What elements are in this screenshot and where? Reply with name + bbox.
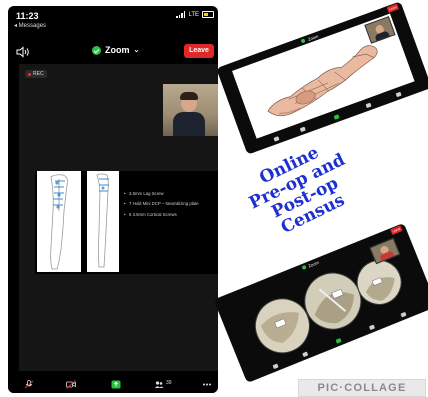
share-screen-icon[interactable] [111,380,121,389]
chevron-down-icon: ⌄ [133,47,140,54]
pic-collage-watermark: PIC·COLLAGE [298,379,426,397]
tablet-screenshot-preop: Zoom Leave [216,1,428,155]
slide-bullet: 7 Hold Mini DCP – Neutralizing plate [124,201,216,207]
presentation-slide: 3.5mm Lag Screw 7 Hold Mini DCP – Neutra… [35,171,218,274]
participant-hair [180,92,198,100]
status-time: 11:23 [16,11,39,21]
microphone-icon[interactable] [272,363,279,370]
participants-icon[interactable] [368,324,376,331]
meeting-toolbar: 39 [8,377,218,393]
status-indicators: LTE [176,11,214,18]
more-options-icon[interactable] [400,311,407,318]
video-camera-icon[interactable] [299,126,306,133]
slide-bullet: 6 3.5mm Cortical Screws [124,212,216,218]
signal-icon [176,11,186,18]
meeting-title: Zoom [105,45,130,55]
video-camera-icon[interactable] [66,380,76,389]
battery-icon [202,11,214,18]
participant-body [173,112,205,136]
phone-screenshot: 11:23 ◂ Messages LTE Zoom ⌄ Leave REC • … [8,6,218,393]
slide-bullet: 3.5mm Lag Screw [124,191,216,197]
video-camera-icon[interactable] [302,351,309,358]
leave-button[interactable]: Leave [184,44,214,58]
encryption-shield-icon [92,45,101,55]
microphone-icon[interactable] [273,136,280,142]
share-screen-icon[interactable] [333,114,340,120]
more-options-icon[interactable] [202,380,212,389]
share-screen-icon[interactable] [335,338,342,344]
xray-sketch-lateral-view [87,171,119,272]
xray-sketch-ap-view [37,171,81,272]
participants-icon[interactable] [154,380,164,389]
slide-bullet-list: 3.5mm Lag Screw 7 Hold Mini DCP – Neutra… [124,191,216,222]
microphone-icon[interactable] [24,380,34,389]
participants-count: 39 [166,380,172,386]
meeting-top-bar: Zoom ⌄ Leave [8,40,218,62]
participant-video-tile[interactable] [163,84,218,136]
participants-icon[interactable] [365,102,372,109]
collage-canvas: 11:23 ◂ Messages LTE Zoom ⌄ Leave REC • … [0,0,428,397]
shared-screen-area: REC • 3.5mm Lag Screw • 7 Hold Mini DCP … [19,64,218,371]
encryption-shield-icon [300,38,306,44]
speaker-icon[interactable] [16,46,30,58]
recording-badge: REC [25,70,47,78]
more-options-icon[interactable] [395,91,402,98]
back-to-messages-link[interactable]: ◂ Messages [14,22,46,29]
meeting-title-dropdown[interactable]: Zoom ⌄ [92,45,139,55]
encryption-shield-icon [301,264,307,271]
network-label: LTE [188,11,199,18]
